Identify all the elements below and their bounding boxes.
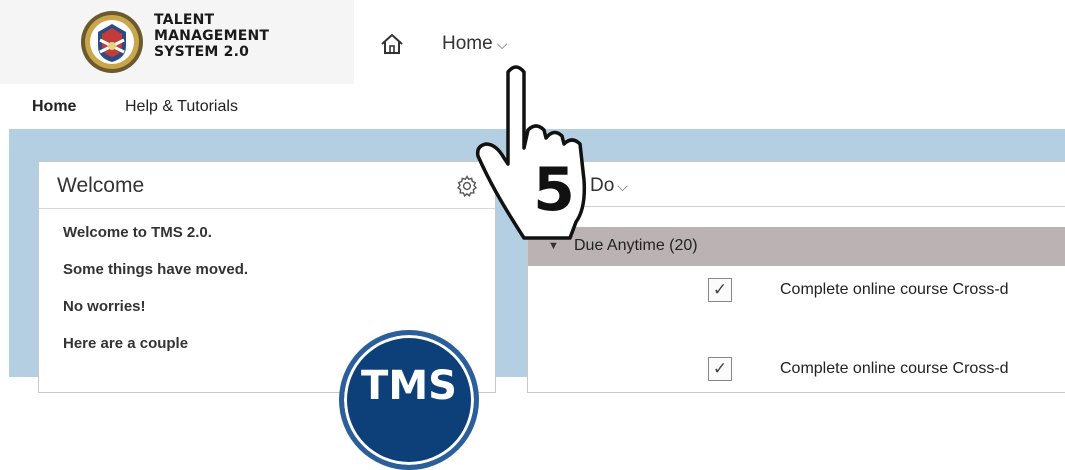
task-row[interactable]: ✓ Complete online course Cross-d bbox=[528, 278, 1065, 322]
task-link[interactable]: Complete online course Cross-d bbox=[780, 360, 1009, 378]
nav-link-home[interactable]: Home bbox=[32, 98, 76, 116]
home-menu-label: Home bbox=[442, 33, 493, 54]
step-number: 5 bbox=[533, 155, 575, 225]
welcome-panel: Welcome Welcome to TMS 2.0. Some things … bbox=[38, 161, 496, 470]
welcome-line: Welcome to TMS 2.0. bbox=[63, 224, 212, 241]
todo-panel-header[interactable]: Do ⌵ bbox=[528, 162, 1065, 207]
home-menu-dropdown[interactable]: Home ⌵ bbox=[442, 33, 507, 55]
chevron-down-icon: ⌵ bbox=[496, 36, 508, 52]
welcome-line: Here are a couple bbox=[63, 335, 189, 352]
tms-badge-text: TMS bbox=[361, 363, 457, 409]
nav-link-help-tutorials[interactable]: Help & Tutorials bbox=[125, 98, 238, 116]
logo-line-2: MANAGEMENT bbox=[154, 28, 270, 44]
logo-line-1: TALENT bbox=[154, 12, 215, 28]
house-icon[interactable] bbox=[380, 33, 404, 55]
task-link[interactable]: Complete online course Cross-d bbox=[780, 281, 1009, 299]
group-header-due-anytime[interactable]: ▼ Due Anytime (20) bbox=[528, 227, 1065, 266]
welcome-line: No worries! bbox=[63, 298, 146, 315]
task-row[interactable]: ✓ Complete online course Cross-d bbox=[528, 357, 1065, 401]
welcome-panel-header: Welcome bbox=[39, 162, 495, 209]
logo-title: TALENT MANAGEMENT SYSTEM 2.0 bbox=[154, 12, 269, 60]
task-checkbox[interactable]: ✓ bbox=[708, 357, 732, 381]
chevron-down-icon: ⌵ bbox=[617, 178, 628, 194]
logo-area[interactable]: TALENT MANAGEMENT SYSTEM 2.0 bbox=[0, 0, 354, 84]
todo-panel: Do ⌵ ▼ Due Anytime (20) ✓ Complete online… bbox=[527, 161, 1065, 393]
welcome-title: Welcome bbox=[57, 174, 145, 197]
pointing-hand-icon: 5 bbox=[475, 65, 587, 240]
tms-logo-badge: TMS bbox=[339, 330, 479, 470]
va-seal-icon bbox=[81, 11, 143, 73]
logo-line-3: SYSTEM 2.0 bbox=[154, 44, 250, 60]
task-checkbox[interactable]: ✓ bbox=[708, 278, 732, 302]
welcome-line: Some things have moved. bbox=[63, 261, 249, 278]
